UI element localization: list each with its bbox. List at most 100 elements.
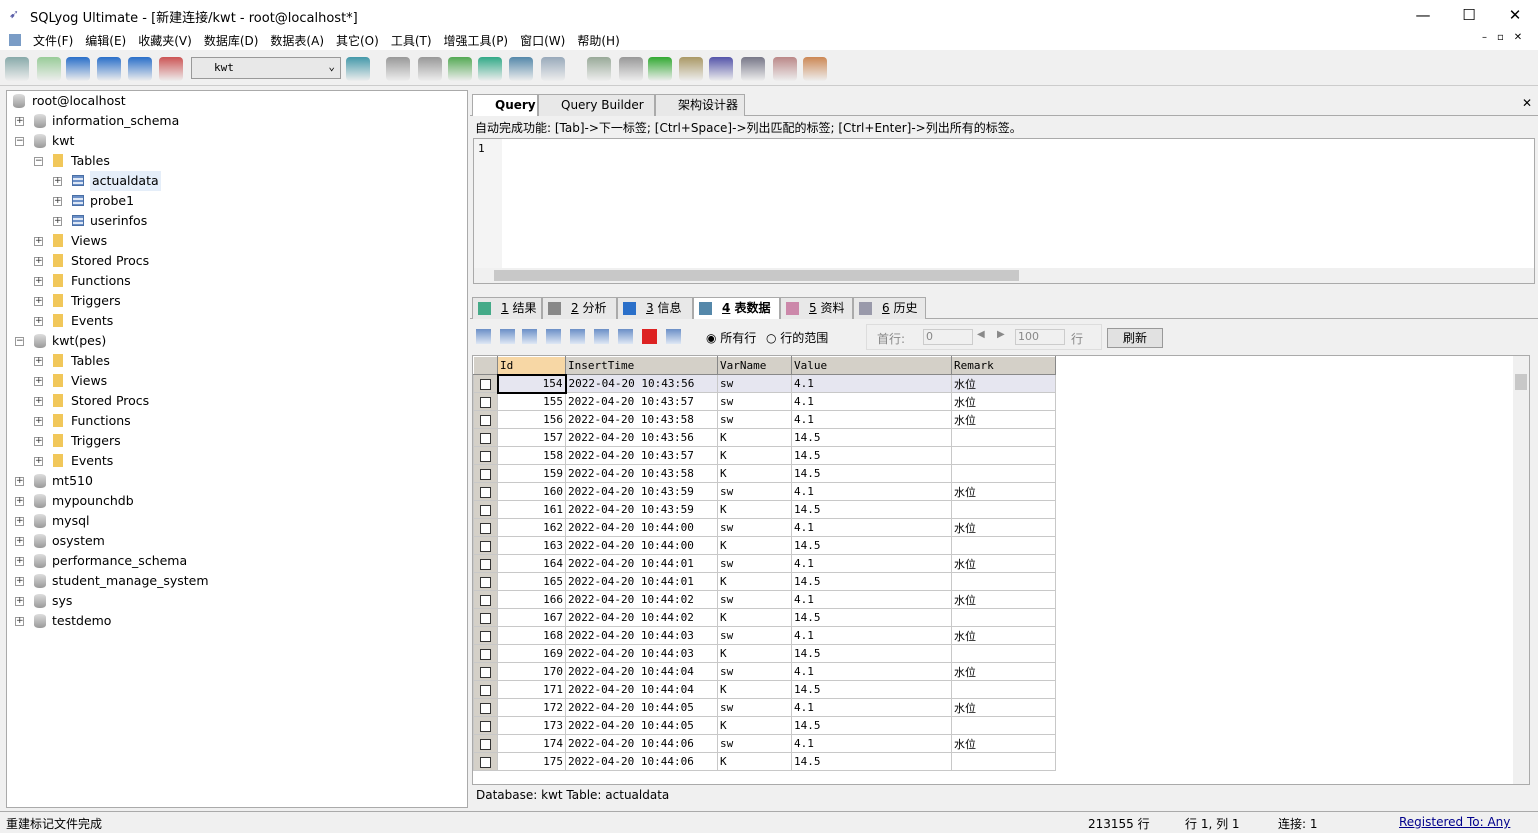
tree-item-triggers[interactable]: + Triggers bbox=[7, 431, 467, 451]
scrollbar-thumb[interactable] bbox=[494, 270, 1019, 281]
grid-cell[interactable]: 水位 bbox=[951, 734, 1056, 753]
grid-tool-icon[interactable] bbox=[642, 329, 657, 344]
table-row[interactable]: 169 2022-04-20 10:44:03 K 14.5 bbox=[473, 644, 1056, 663]
expand-icon[interactable]: + bbox=[34, 397, 43, 406]
grid-cell[interactable]: 2022-04-20 10:44:04 bbox=[565, 680, 718, 699]
toolbar-button-icon[interactable] bbox=[97, 57, 121, 81]
row-checkbox[interactable] bbox=[473, 698, 498, 717]
grid-cell[interactable]: 159 bbox=[497, 464, 566, 483]
row-checkbox[interactable] bbox=[473, 482, 498, 501]
tab-query[interactable]: Query bbox=[472, 94, 538, 116]
grid-cell[interactable]: 2022-04-20 10:44:01 bbox=[565, 554, 718, 573]
menu-item[interactable]: 其它(O) bbox=[330, 30, 385, 51]
tree-item-userinfos[interactable]: + userinfos bbox=[7, 211, 467, 231]
grid-cell[interactable]: sw bbox=[717, 554, 792, 573]
column-header[interactable]: Value bbox=[791, 356, 952, 375]
grid-cell[interactable] bbox=[951, 608, 1056, 627]
grid-cell[interactable]: 2022-04-20 10:43:56 bbox=[565, 428, 718, 447]
table-row[interactable]: 163 2022-04-20 10:44:00 K 14.5 bbox=[473, 536, 1056, 555]
grid-cell[interactable]: K bbox=[717, 446, 792, 465]
tree-item-views[interactable]: + Views bbox=[7, 231, 467, 251]
tree-item-sys[interactable]: + sys bbox=[7, 591, 467, 611]
grid-cell[interactable]: 2022-04-20 10:44:02 bbox=[565, 590, 718, 609]
row-checkbox[interactable] bbox=[473, 446, 498, 465]
grid-cell[interactable]: 154 bbox=[496, 373, 567, 394]
grid-cell[interactable]: sw bbox=[717, 374, 792, 393]
grid-tool-icon[interactable] bbox=[546, 329, 561, 344]
result-tab-4[interactable]: 4 表数据 bbox=[693, 297, 780, 319]
grid-cell[interactable]: K bbox=[717, 464, 792, 483]
grid-cell[interactable]: sw bbox=[717, 518, 792, 537]
grid-cell[interactable]: 2022-04-20 10:43:58 bbox=[565, 410, 718, 429]
grid-cell[interactable]: 2022-04-20 10:44:02 bbox=[565, 608, 718, 627]
grid-cell[interactable]: 4.1 bbox=[791, 662, 952, 681]
grid-cell[interactable]: 170 bbox=[497, 662, 566, 681]
expand-icon[interactable]: + bbox=[53, 217, 62, 226]
table-row[interactable]: 166 2022-04-20 10:44:02 sw 4.1 水位 bbox=[473, 590, 1056, 609]
grid-cell[interactable]: 155 bbox=[497, 392, 566, 411]
tree-item-triggers[interactable]: + Triggers bbox=[7, 291, 467, 311]
expand-icon[interactable]: + bbox=[15, 597, 24, 606]
grid-cell[interactable]: 水位 bbox=[951, 482, 1056, 501]
grid-cell[interactable]: 14.5 bbox=[791, 752, 952, 771]
result-tab-2[interactable]: 2 分析 bbox=[542, 297, 617, 319]
grid-cell[interactable]: 4.1 bbox=[791, 482, 952, 501]
tree-item-tables[interactable]: − Tables bbox=[7, 151, 467, 171]
tab-schema-designer[interactable]: 架构设计器 bbox=[655, 94, 745, 116]
expand-icon[interactable]: + bbox=[34, 457, 43, 466]
tree-item-information-schema[interactable]: + information_schema bbox=[7, 111, 467, 131]
grid-cell[interactable]: 水位 bbox=[951, 410, 1056, 429]
tree-item-root-localhost[interactable]: root@localhost bbox=[7, 91, 467, 111]
menu-item[interactable]: 数据表(A) bbox=[264, 30, 330, 51]
grid-cell[interactable]: 水位 bbox=[951, 392, 1056, 411]
expand-icon[interactable]: + bbox=[15, 557, 24, 566]
grid-cell[interactable]: 172 bbox=[497, 698, 566, 717]
grid-vertical-scrollbar[interactable] bbox=[1513, 356, 1529, 784]
grid-cell[interactable] bbox=[951, 572, 1056, 591]
tree-item-actualdata[interactable]: + actualdata bbox=[7, 171, 467, 191]
grid-tool-icon[interactable] bbox=[500, 329, 515, 344]
grid-cell[interactable]: 175 bbox=[497, 752, 566, 771]
tree-item-osystem[interactable]: + osystem bbox=[7, 531, 467, 551]
grid-cell[interactable]: 165 bbox=[497, 572, 566, 591]
expand-icon[interactable]: + bbox=[34, 257, 43, 266]
grid-cell[interactable]: 水位 bbox=[951, 518, 1056, 537]
grid-cell[interactable]: 2022-04-20 10:44:03 bbox=[565, 644, 718, 663]
grid-cell[interactable]: K bbox=[717, 644, 792, 663]
grid-cell[interactable]: sw bbox=[717, 626, 792, 645]
grid-cell[interactable]: 164 bbox=[497, 554, 566, 573]
grid-cell[interactable]: 167 bbox=[497, 608, 566, 627]
tree-item-mysql[interactable]: + mysql bbox=[7, 511, 467, 531]
table-row[interactable]: 160 2022-04-20 10:43:59 sw 4.1 水位 bbox=[473, 482, 1056, 501]
expand-icon[interactable]: + bbox=[34, 417, 43, 426]
toolbar-button-icon[interactable] bbox=[679, 57, 703, 81]
toolbar-button-icon[interactable] bbox=[346, 57, 370, 81]
collapse-icon[interactable]: − bbox=[15, 337, 24, 346]
grid-cell[interactable]: 14.5 bbox=[791, 572, 952, 591]
result-tab-6[interactable]: 6 历史 bbox=[853, 297, 926, 319]
grid-cell[interactable]: 水位 bbox=[951, 626, 1056, 645]
table-row[interactable]: 155 2022-04-20 10:43:57 sw 4.1 水位 bbox=[473, 392, 1056, 411]
grid-cell[interactable]: K bbox=[717, 680, 792, 699]
expand-icon[interactable]: + bbox=[53, 197, 62, 206]
select-all-header[interactable] bbox=[473, 356, 498, 375]
tree-item-kwt[interactable]: − kwt bbox=[7, 131, 467, 151]
table-row[interactable]: 162 2022-04-20 10:44:00 sw 4.1 水位 bbox=[473, 518, 1056, 537]
expand-icon[interactable]: + bbox=[34, 237, 43, 246]
first-row-input[interactable]: 0 bbox=[923, 329, 973, 345]
table-row[interactable]: 167 2022-04-20 10:44:02 K 14.5 bbox=[473, 608, 1056, 627]
collapse-icon[interactable]: − bbox=[34, 157, 43, 166]
grid-cell[interactable]: sw bbox=[717, 698, 792, 717]
row-checkbox[interactable] bbox=[473, 428, 498, 447]
table-row[interactable]: 161 2022-04-20 10:43:59 K 14.5 bbox=[473, 500, 1056, 519]
grid-cell[interactable]: 2022-04-20 10:43:59 bbox=[565, 500, 718, 519]
grid-cell[interactable]: K bbox=[717, 500, 792, 519]
grid-cell[interactable]: 4.1 bbox=[791, 392, 952, 411]
mdi-window-controls[interactable]: –▫✕ bbox=[1482, 32, 1532, 43]
result-tab-1[interactable]: 1 结果 bbox=[472, 297, 542, 319]
table-row[interactable]: 156 2022-04-20 10:43:58 sw 4.1 水位 bbox=[473, 410, 1056, 429]
grid-cell[interactable]: 14.5 bbox=[791, 464, 952, 483]
grid-cell[interactable]: 2022-04-20 10:43:58 bbox=[565, 464, 718, 483]
table-row[interactable]: 168 2022-04-20 10:44:03 sw 4.1 水位 bbox=[473, 626, 1056, 645]
column-header[interactable]: Remark bbox=[951, 356, 1056, 375]
